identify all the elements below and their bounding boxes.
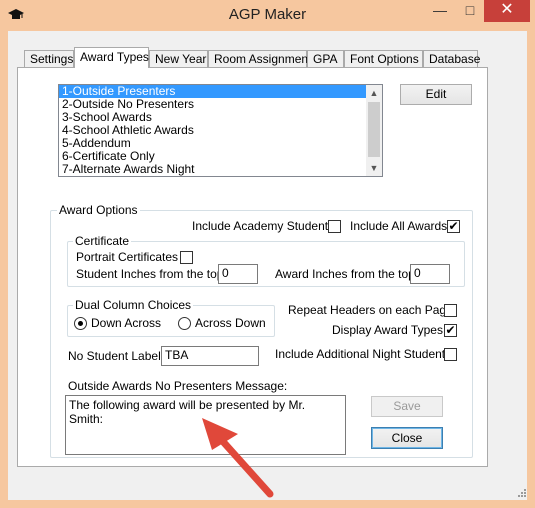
- tab-settings[interactable]: Settings: [24, 50, 74, 67]
- include-all-awards-label: Include All Awards: [350, 219, 448, 233]
- no-student-input[interactable]: TBA: [161, 346, 259, 366]
- tab-room-assignments[interactable]: Room Assignments: [208, 50, 317, 67]
- minimize-button[interactable]: —: [425, 0, 455, 22]
- portrait-checkbox[interactable]: [180, 251, 193, 264]
- title-bar[interactable]: AGP Maker — □ ✕: [0, 0, 535, 30]
- portrait-label: Portrait Certificates: [76, 250, 179, 264]
- include-night-students-checkbox[interactable]: [444, 348, 457, 361]
- student-inches-label: Student Inches from the top:: [76, 267, 227, 281]
- across-down-radio[interactable]: [178, 317, 191, 330]
- include-night-students-label: Include Additional Night Students: [275, 347, 452, 361]
- app-window: AGP Maker — □ ✕ Settings Award Types New…: [0, 0, 535, 508]
- down-across-label: Down Across: [91, 316, 162, 330]
- message-label: Outside Awards No Presenters Message:: [68, 379, 288, 393]
- list-scrollbar[interactable]: ▲ ▼: [366, 85, 382, 176]
- down-across-radio[interactable]: [74, 317, 87, 330]
- display-award-types-checkbox[interactable]: ✔: [444, 324, 457, 337]
- close-button[interactable]: Close: [371, 427, 443, 449]
- display-award-types-label: Display Award Types: [332, 323, 443, 337]
- save-button[interactable]: Save: [371, 396, 443, 417]
- repeat-headers-label: Repeat Headers on each Page: [288, 303, 453, 317]
- include-all-awards-checkbox[interactable]: ✔: [447, 220, 460, 233]
- edit-button[interactable]: Edit: [400, 84, 472, 105]
- tab-font-options[interactable]: Font Options: [344, 50, 423, 67]
- award-inches-label: Award Inches from the top:: [275, 267, 419, 281]
- maximize-button[interactable]: □: [455, 0, 485, 22]
- scroll-thumb[interactable]: [368, 102, 380, 157]
- scroll-down-icon[interactable]: ▼: [366, 160, 382, 176]
- repeat-headers-checkbox[interactable]: [444, 304, 457, 317]
- include-academy-checkbox[interactable]: [328, 220, 341, 233]
- close-window-button[interactable]: ✕: [484, 0, 530, 22]
- include-academy-label: Include Academy Students: [192, 219, 335, 233]
- no-student-label: No Student Label:: [68, 349, 165, 363]
- award-inches-input[interactable]: 0: [410, 264, 450, 284]
- tab-award-types[interactable]: Award Types: [74, 47, 149, 68]
- scroll-up-icon[interactable]: ▲: [366, 85, 382, 101]
- across-down-label: Across Down: [195, 316, 266, 330]
- award-types-listbox[interactable]: 1-Outside Presenters 2-Outside No Presen…: [58, 84, 383, 177]
- tab-new-year[interactable]: New Year: [149, 50, 208, 67]
- message-textarea[interactable]: The following award will be presented by…: [65, 395, 346, 455]
- award-options-label: Award Options: [57, 203, 140, 217]
- tab-database[interactable]: Database: [423, 50, 480, 67]
- certificate-label: Certificate: [73, 234, 132, 248]
- resize-grip-icon[interactable]: [515, 488, 527, 500]
- student-inches-input[interactable]: 0: [218, 264, 258, 284]
- list-item[interactable]: 7-Alternate Awards Night: [59, 163, 369, 176]
- dual-column-label: Dual Column Choices: [73, 298, 194, 312]
- tab-gpa[interactable]: GPA: [307, 50, 344, 67]
